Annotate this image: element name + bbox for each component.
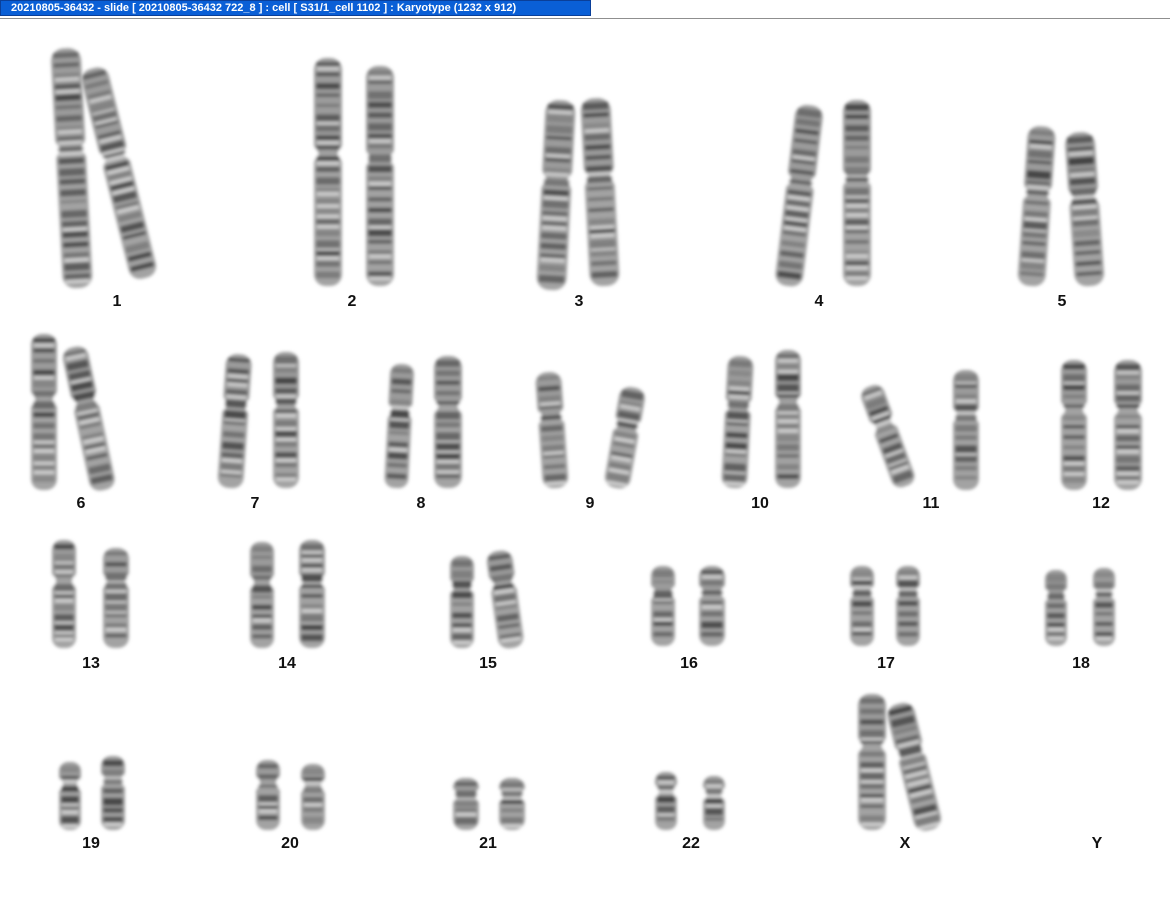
chromosome-label-X: X	[899, 835, 911, 852]
chromosome-label-7: 7	[250, 495, 260, 512]
chromosome-label-9: 9	[585, 495, 595, 512]
chromosome-12-a[interactable]	[1055, 360, 1093, 490]
chromosome-17-b[interactable]	[890, 566, 926, 646]
chromosome-3-a[interactable]	[530, 99, 582, 291]
chromosome-label-1: 1	[112, 293, 122, 310]
chromosome-label-13: 13	[82, 655, 100, 672]
chromosome-label-17: 17	[877, 655, 895, 672]
chromosome-9-b[interactable]	[597, 384, 652, 491]
chromosome-8-b[interactable]	[428, 356, 468, 488]
chromosome-10-b[interactable]	[769, 350, 807, 488]
chromosome-16-b[interactable]	[693, 566, 731, 646]
chromosome-15-a[interactable]	[444, 556, 480, 648]
chromosome-label-19: 19	[82, 835, 100, 852]
chromosome-13-a[interactable]	[46, 540, 82, 648]
chromosome-label-21: 21	[479, 835, 497, 852]
chromosome-3-b[interactable]	[574, 97, 626, 287]
chromosome-16-a[interactable]	[645, 566, 681, 646]
chromosome-label-11: 11	[922, 495, 940, 512]
chromosome-5-b[interactable]	[1058, 131, 1111, 288]
chromosome-9-a[interactable]	[529, 371, 575, 489]
chromosome-21-a[interactable]	[447, 778, 485, 830]
chromosome-label-16: 16	[680, 655, 698, 672]
chromosome-label-15: 15	[479, 655, 497, 672]
chromosome-7-b[interactable]	[267, 352, 305, 488]
chromosome-20-a[interactable]	[250, 760, 286, 830]
chromosome-13-b[interactable]	[97, 548, 135, 648]
chromosome-14-b[interactable]	[293, 540, 331, 648]
chromosome-X-b[interactable]	[879, 699, 949, 835]
chromosome-6-a[interactable]	[25, 334, 63, 490]
chromosome-22-a[interactable]	[649, 772, 683, 830]
chromosome-4-a[interactable]	[768, 103, 830, 289]
karyotype-canvas	[25, 48, 1148, 835]
chromosome-X-a[interactable]	[852, 694, 892, 830]
chromosome-label-3: 3	[574, 293, 584, 310]
chromosome-19-b[interactable]	[95, 756, 131, 830]
chromosome-4-b[interactable]	[837, 100, 877, 286]
chromosome-label-20: 20	[281, 835, 299, 852]
chromosome-label-10: 10	[751, 495, 769, 512]
chromosome-15-b[interactable]	[480, 548, 531, 650]
chromosome-17-a[interactable]	[844, 566, 880, 646]
chromosome-18-b[interactable]	[1087, 568, 1121, 646]
chromosome-14-a[interactable]	[244, 542, 280, 648]
chromosome-11-a[interactable]	[853, 380, 923, 492]
chromosome-2-b[interactable]	[360, 66, 400, 286]
chromosome-10-a[interactable]	[715, 355, 760, 489]
chromosome-12-b[interactable]	[1108, 360, 1148, 490]
chromosome-6-b[interactable]	[55, 343, 123, 494]
chromosome-11-b[interactable]	[947, 370, 985, 490]
chromosome-5-a[interactable]	[1011, 125, 1062, 287]
chromosome-label-18: 18	[1072, 655, 1090, 672]
chromosome-22-b[interactable]	[697, 776, 731, 830]
window-title-tab[interactable]: 20210805-36432 - slide [ 20210805-36432 …	[0, 0, 591, 16]
chromosome-label-5: 5	[1057, 293, 1067, 310]
chromosome-label-12: 12	[1092, 495, 1110, 512]
chromosome-label-2: 2	[347, 293, 357, 310]
chromosome-20-b[interactable]	[295, 764, 331, 830]
chromosome-label-Y: Y	[1091, 835, 1103, 852]
chromosome-label-4: 4	[814, 293, 824, 310]
chromosome-label-14: 14	[278, 655, 296, 672]
chromosome-label-22: 22	[682, 835, 700, 852]
chromosome-18-a[interactable]	[1039, 570, 1073, 646]
chromosome-7-a[interactable]	[211, 353, 258, 489]
window-title-bar: 20210805-36432 - slide [ 20210805-36432 …	[0, 0, 1170, 19]
chromosome-8-a[interactable]	[378, 363, 420, 489]
chromosome-label-8: 8	[416, 495, 426, 512]
chromosome-2-a[interactable]	[308, 58, 348, 286]
chromosome-19-a[interactable]	[53, 762, 87, 830]
chromosome-21-b[interactable]	[493, 778, 531, 830]
chromosome-label-6: 6	[76, 495, 86, 512]
